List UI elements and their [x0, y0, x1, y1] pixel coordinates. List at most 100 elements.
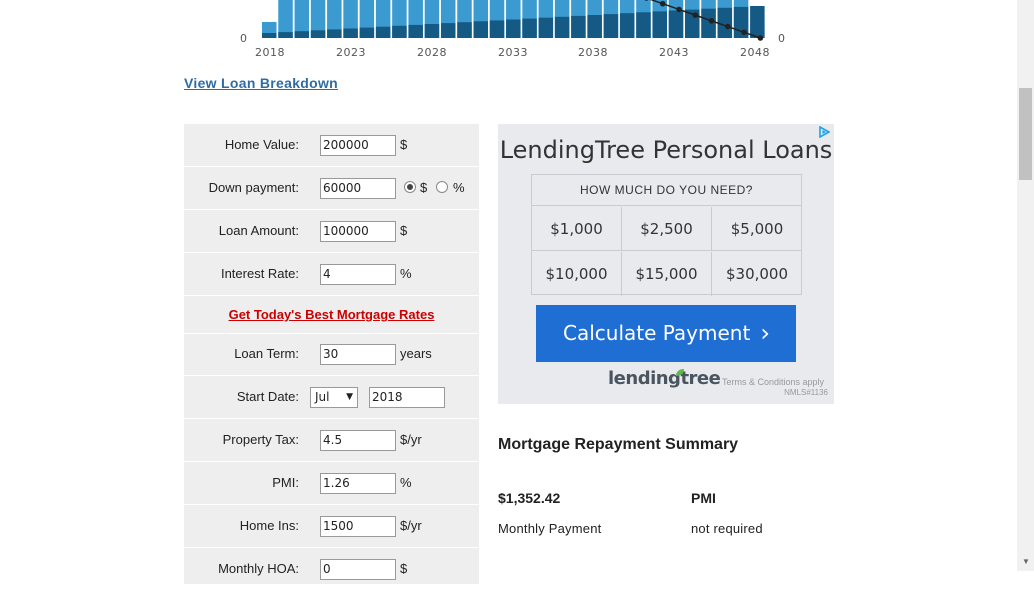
- chart-bar: [408, 0, 423, 38]
- down-payment-input[interactable]: 60000: [320, 178, 396, 199]
- x-axis-ticks: 2018 2023 2028 2033 2038 2043 2048: [255, 46, 770, 59]
- amount-option[interactable]: $2,500: [622, 207, 712, 251]
- leaf-icon: [676, 369, 684, 376]
- chart-bar: [522, 0, 537, 38]
- calculate-payment-button[interactable]: Calculate Payment ›: [536, 305, 796, 362]
- amount-grid: HOW MUCH DO YOU NEED? $1,000 $2,500 $5,0…: [531, 174, 802, 296]
- loan-amount-row: Loan Amount: 100000 $: [184, 210, 479, 253]
- down-payment-dollar-radio[interactable]: [404, 181, 416, 193]
- chart-bar: [652, 0, 667, 38]
- amount-option[interactable]: $30,000: [712, 252, 802, 296]
- home-value-label: Home Value:: [224, 137, 299, 152]
- start-month-value: Jul: [315, 390, 330, 404]
- chart-bar: [554, 0, 570, 38]
- lendingtree-logo: lendingtree: [608, 368, 721, 389]
- chart-bar: [392, 0, 407, 38]
- pmi-summary-label: not required: [691, 521, 763, 536]
- rates-link-row: Get Today's Best Mortgage Rates: [184, 296, 479, 334]
- home-ins-label: Home Ins:: [239, 518, 299, 533]
- amount-option[interactable]: $5,000: [712, 207, 802, 251]
- amount-option[interactable]: $1,000: [532, 207, 622, 251]
- property-tax-row: Property Tax: 4.5 $/yr: [184, 419, 479, 462]
- home-ins-row: Home Ins: 1500 $/yr: [184, 505, 479, 548]
- balance-point: [757, 35, 764, 41]
- scroll-down-arrow-icon[interactable]: ▼: [1022, 557, 1030, 566]
- chart-bar: [278, 0, 293, 38]
- loan-amount-input[interactable]: 100000: [320, 221, 396, 242]
- loan-term-unit: years: [400, 346, 432, 361]
- amount-option[interactable]: $15,000: [622, 252, 712, 296]
- down-payment-percent-radio[interactable]: [436, 181, 448, 193]
- pmi-label: PMI:: [272, 475, 299, 490]
- chart-bar: [310, 0, 326, 38]
- loan-term-input[interactable]: 30: [320, 344, 396, 365]
- view-loan-breakdown-link[interactable]: View Loan Breakdown: [184, 75, 338, 91]
- chart-bar: [473, 0, 489, 38]
- monthly-hoa-unit: $: [400, 561, 408, 576]
- chart-bar: [489, 0, 505, 38]
- start-date-row: Start Date: Jul ▼ 2018: [184, 376, 479, 419]
- chart-bar: [619, 0, 635, 38]
- chart-bars: [262, 0, 765, 39]
- start-year-input[interactable]: 2018: [369, 387, 445, 408]
- chart-bar: [587, 0, 602, 38]
- chart-bar: [717, 0, 733, 39]
- chart-bar: [343, 0, 358, 38]
- chart-bar: [457, 0, 472, 38]
- monthly-hoa-row: Monthly HOA: 0 $: [184, 548, 479, 591]
- chart-bar: [262, 22, 277, 38]
- interest-rate-unit: %: [400, 266, 412, 281]
- monthly-hoa-input[interactable]: 0: [320, 559, 396, 580]
- interest-rate-row: Interest Rate: 4 %: [184, 253, 479, 296]
- amount-question: HOW MUCH DO YOU NEED?: [532, 175, 801, 206]
- vertical-scrollbar[interactable]: ▼: [1017, 0, 1034, 571]
- amount-option[interactable]: $10,000: [532, 252, 622, 296]
- monthly-hoa-label: Monthly HOA:: [218, 561, 299, 576]
- x-tick-label: 2033: [498, 46, 528, 59]
- repayment-summary-title: Mortgage Repayment Summary: [498, 436, 739, 453]
- balance-point: [659, 0, 666, 7]
- home-value-row: Home Value: 200000 $: [184, 124, 479, 167]
- chart-bar: [636, 0, 651, 39]
- pmi-row: PMI: 1.26 %: [184, 462, 479, 505]
- chart-bar: [750, 6, 765, 38]
- ad-terms-text[interactable]: Terms & Conditions apply: [722, 377, 824, 387]
- best-mortgage-rates-link[interactable]: Get Today's Best Mortgage Rates: [184, 296, 479, 334]
- down-payment-dollar-unit: $: [420, 180, 428, 195]
- start-date-label: Start Date:: [236, 389, 299, 404]
- scrollbar-thumb[interactable]: [1019, 88, 1032, 180]
- pmi-unit: %: [400, 475, 412, 490]
- x-tick-label: 2028: [417, 46, 447, 59]
- chart-bar: [603, 0, 619, 38]
- balance-point: [692, 12, 699, 18]
- chart-bar: [685, 0, 700, 39]
- ad-nmls-text: NMLS#1136: [784, 388, 828, 397]
- start-month-select[interactable]: Jul ▼: [310, 387, 358, 408]
- home-value-input[interactable]: 200000: [320, 135, 396, 156]
- balance-point: [676, 6, 682, 13]
- lendingtree-ad[interactable]: LendingTree Personal Loans HOW MUCH DO Y…: [498, 124, 834, 404]
- loan-term-row: Loan Term: 30 years: [184, 333, 479, 376]
- pmi-input[interactable]: 1.26: [320, 473, 396, 494]
- loan-amount-label: Loan Amount:: [218, 223, 299, 238]
- balance-point: [725, 23, 731, 30]
- property-tax-input[interactable]: 4.5: [320, 430, 396, 451]
- balance-point: [708, 18, 715, 24]
- y-axis-right-zero: 0: [778, 32, 786, 45]
- property-tax-label: Property Tax:: [222, 432, 299, 447]
- down-payment-label: Down payment:: [208, 180, 299, 195]
- chart-bar: [668, 0, 684, 38]
- ad-title: LendingTree Personal Loans: [499, 136, 833, 164]
- home-ins-input[interactable]: 1500: [320, 516, 396, 537]
- loan-amount-unit: $: [400, 223, 408, 238]
- down-payment-row: Down payment: 60000 $ %: [184, 167, 479, 210]
- chart-bar: [359, 0, 375, 38]
- interest-rate-input[interactable]: 4: [320, 264, 396, 285]
- monthly-payment-value: $1,352.42: [498, 490, 561, 506]
- x-tick-label: 2043: [659, 46, 689, 59]
- chart-bar: [440, 0, 456, 38]
- chart-bar: [571, 0, 586, 38]
- property-tax-unit: $/yr: [400, 432, 422, 447]
- chart-bar: [294, 0, 310, 38]
- home-value-unit: $: [400, 137, 408, 152]
